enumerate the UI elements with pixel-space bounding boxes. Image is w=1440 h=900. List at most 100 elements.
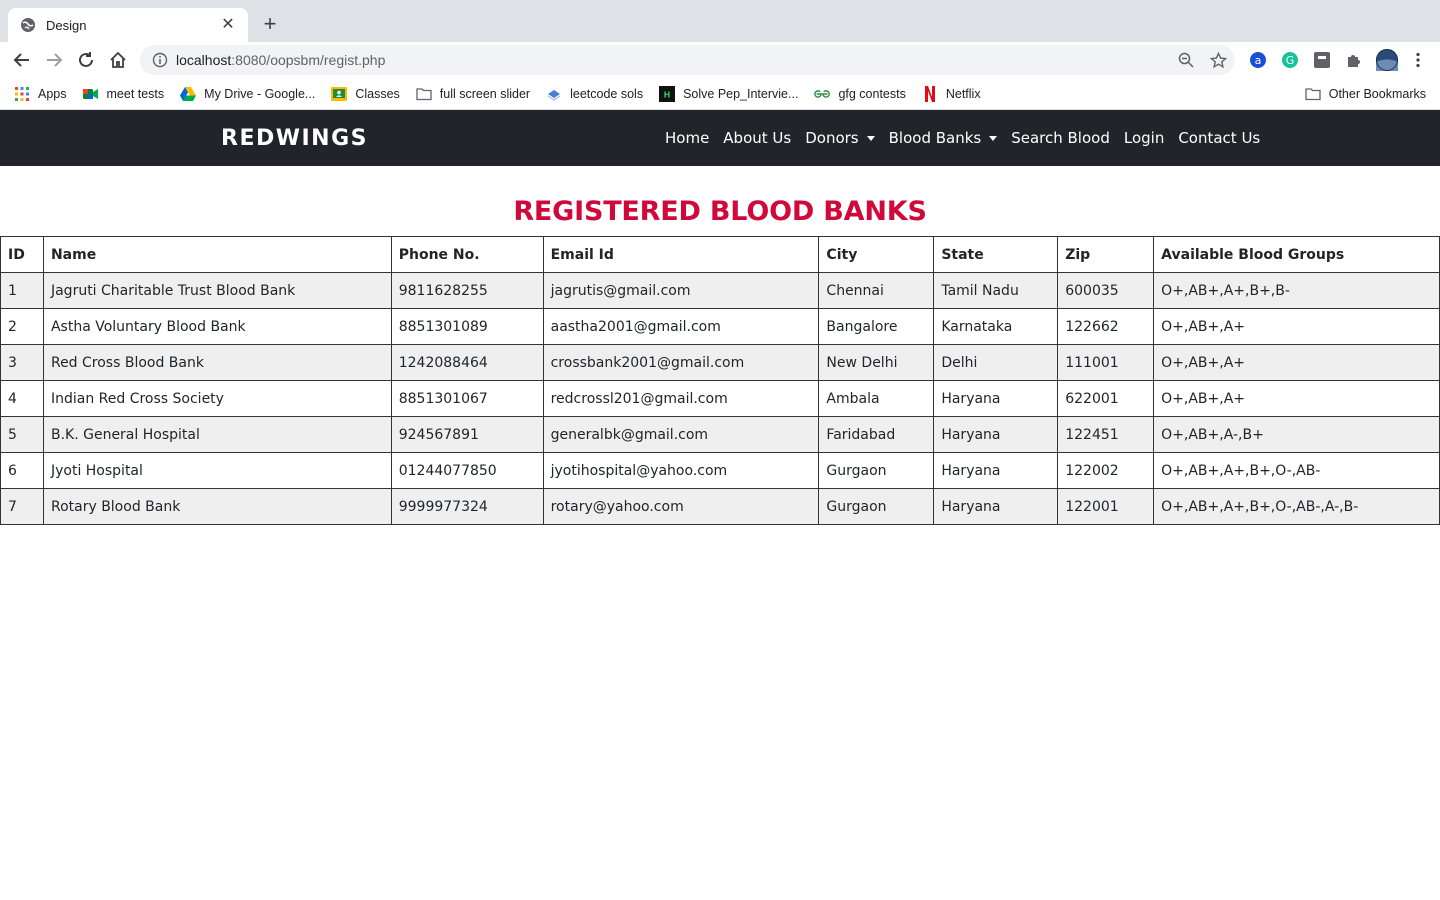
bookmark-gfg-contests[interactable]: gfg contests <box>814 82 906 106</box>
cell-name: Red Cross Blood Bank <box>42 344 392 381</box>
grammarly-icon[interactable]: G <box>1280 50 1300 70</box>
bookmark-label: gfg contests <box>838 86 906 101</box>
cell-phone: 01244077850 <box>390 452 544 489</box>
new-tab-plus-icon[interactable]: + <box>258 12 282 36</box>
extension-square-icon[interactable] <box>1312 50 1332 70</box>
info-icon[interactable] <box>152 52 168 68</box>
bookmark-solve-pep[interactable]: H Solve Pep_Intervie... <box>659 82 798 106</box>
cell-email: rotary@yahoo.com <box>542 488 820 525</box>
cell-blood-groups: O+,AB+,A-,B+ <box>1153 416 1440 453</box>
nav-login[interactable]: Login <box>1117 129 1171 147</box>
bookmark-label: Solve Pep_Intervie... <box>683 86 799 101</box>
cell-state: Delhi <box>933 344 1059 381</box>
apps-grid-icon <box>14 86 30 102</box>
google-drive-icon <box>180 86 197 102</box>
zoom-icon[interactable] <box>1176 50 1196 70</box>
cell-city: Ambala <box>818 380 935 417</box>
bookmark-netflix[interactable]: Netflix <box>922 82 981 106</box>
bookmark-full-screen-slider[interactable]: full screen slider <box>416 82 530 106</box>
cell-state: Haryana <box>933 452 1059 489</box>
nav-about-us[interactable]: About Us <box>716 129 798 147</box>
bookmarks-bar: Apps meet tests My Drive - Google... Cla… <box>0 78 1440 110</box>
cell-zip: 122001 <box>1057 488 1155 525</box>
page-title: REGISTERED BLOOD BANKS <box>513 196 927 227</box>
puzzle-extensions-icon[interactable] <box>1344 50 1364 70</box>
cell-name: Astha Voluntary Blood Bank <box>42 308 392 345</box>
bookmark-label: Netflix <box>945 86 981 101</box>
column-header: ID <box>0 236 44 273</box>
nav-home[interactable]: Home <box>658 129 716 147</box>
cell-state: Haryana <box>933 488 1059 525</box>
bookmark-star-icon[interactable] <box>1208 50 1228 70</box>
cell-email: aastha2001@gmail.com <box>542 308 820 345</box>
table-row: 7 Rotary Blood Bank 9999977324 rotary@ya… <box>0 488 1440 525</box>
extension-a-icon[interactable]: a <box>1248 50 1268 70</box>
google-meet-icon <box>82 86 99 102</box>
caret-down-icon <box>989 135 998 141</box>
cell-id: 4 <box>0 380 44 417</box>
bookmark-label: Classes <box>355 86 400 101</box>
cell-phone: 9999977324 <box>390 488 544 525</box>
bookmark-apps[interactable]: Apps <box>14 82 67 106</box>
browser-tab[interactable]: Design ✕ <box>8 8 248 42</box>
bookmark-label: My Drive - Google... <box>204 86 316 101</box>
bookmark-label: Apps <box>38 86 67 101</box>
column-header: Email Id <box>542 236 820 273</box>
bookmark-label: leetcode sols <box>570 86 644 101</box>
brand-logo[interactable]: REDWINGS <box>221 126 368 151</box>
bookmark-leetcode-sols[interactable]: leetcode sols <box>546 82 643 106</box>
cell-email: jyotihospital@yahoo.com <box>542 452 820 489</box>
reload-icon[interactable] <box>75 49 97 71</box>
other-bookmarks[interactable]: Other Bookmarks <box>1305 82 1426 106</box>
nav-label: Search Blood <box>1011 129 1110 147</box>
cell-id: 6 <box>0 452 44 489</box>
cell-email: generalbk@gmail.com <box>542 416 820 453</box>
browser-toolbar: localhost:8080/oopsbm/regist.php a G <box>0 42 1440 78</box>
kebab-menu-icon[interactable] <box>1408 50 1428 70</box>
cell-email: crossbank2001@gmail.com <box>542 344 820 381</box>
cell-phone: 1242088464 <box>390 344 544 381</box>
cell-id: 7 <box>0 488 44 525</box>
globe-icon <box>20 17 36 33</box>
cell-blood-groups: O+,AB+,A+ <box>1153 344 1440 381</box>
bookmark-meet-tests[interactable]: meet tests <box>82 82 164 106</box>
bookmark-my-drive[interactable]: My Drive - Google... <box>180 82 315 106</box>
svg-text:G: G <box>1286 54 1295 67</box>
nav-blood-banks-dropdown[interactable]: Blood Banks <box>882 129 1005 147</box>
column-header: State <box>933 236 1059 273</box>
cell-city: Gurgaon <box>818 488 935 525</box>
profile-avatar[interactable] <box>1376 49 1398 71</box>
nav-donors-dropdown[interactable]: Donors <box>798 129 881 147</box>
cell-name: B.K. General Hospital <box>42 416 392 453</box>
cell-blood-groups: O+,AB+,A+ <box>1153 380 1440 417</box>
nav-search-blood[interactable]: Search Blood <box>1004 129 1117 147</box>
classroom-icon <box>331 86 348 102</box>
table-header-row: ID Name Phone No. Email Id City State Zi… <box>0 236 1440 273</box>
nav-label: Home <box>665 129 710 147</box>
cell-state: Haryana <box>933 380 1059 417</box>
nav-contact-us[interactable]: Contact Us <box>1171 129 1267 147</box>
address-bar[interactable]: localhost:8080/oopsbm/regist.php <box>140 45 1235 75</box>
forward-arrow-icon[interactable] <box>43 49 65 71</box>
back-arrow-icon[interactable] <box>11 49 33 71</box>
cell-city: Faridabad <box>818 416 935 453</box>
gfg-icon <box>814 86 831 102</box>
tab-title: Design <box>46 17 87 33</box>
table-row: 6 Jyoti Hospital 01244077850 jyotihospit… <box>0 452 1440 489</box>
table-row: 4 Indian Red Cross Society 8851301067 re… <box>0 380 1440 417</box>
cell-blood-groups: O+,AB+,A+,B+,O-,AB-,A-,B- <box>1153 488 1440 525</box>
other-bookmarks-label: Other Bookmarks <box>1328 87 1426 101</box>
cell-phone: 8851301089 <box>390 308 544 345</box>
close-icon[interactable]: ✕ <box>220 17 236 33</box>
cell-state: Karnataka <box>933 308 1059 345</box>
url-path: :8080/oopsbm/regist.php <box>231 52 386 68</box>
cell-city: New Delhi <box>818 344 935 381</box>
nav-links: Home About Us Donors Blood Banks Search … <box>658 110 1267 166</box>
column-header: Zip <box>1057 236 1155 273</box>
cell-email: jagrutis@gmail.com <box>542 272 820 309</box>
bookmark-classes[interactable]: Classes <box>331 82 400 106</box>
browser-tab-strip: Design ✕ + <box>0 0 1440 42</box>
home-icon[interactable] <box>107 49 129 71</box>
cell-zip: 122451 <box>1057 416 1155 453</box>
url-host: localhost <box>176 52 232 68</box>
